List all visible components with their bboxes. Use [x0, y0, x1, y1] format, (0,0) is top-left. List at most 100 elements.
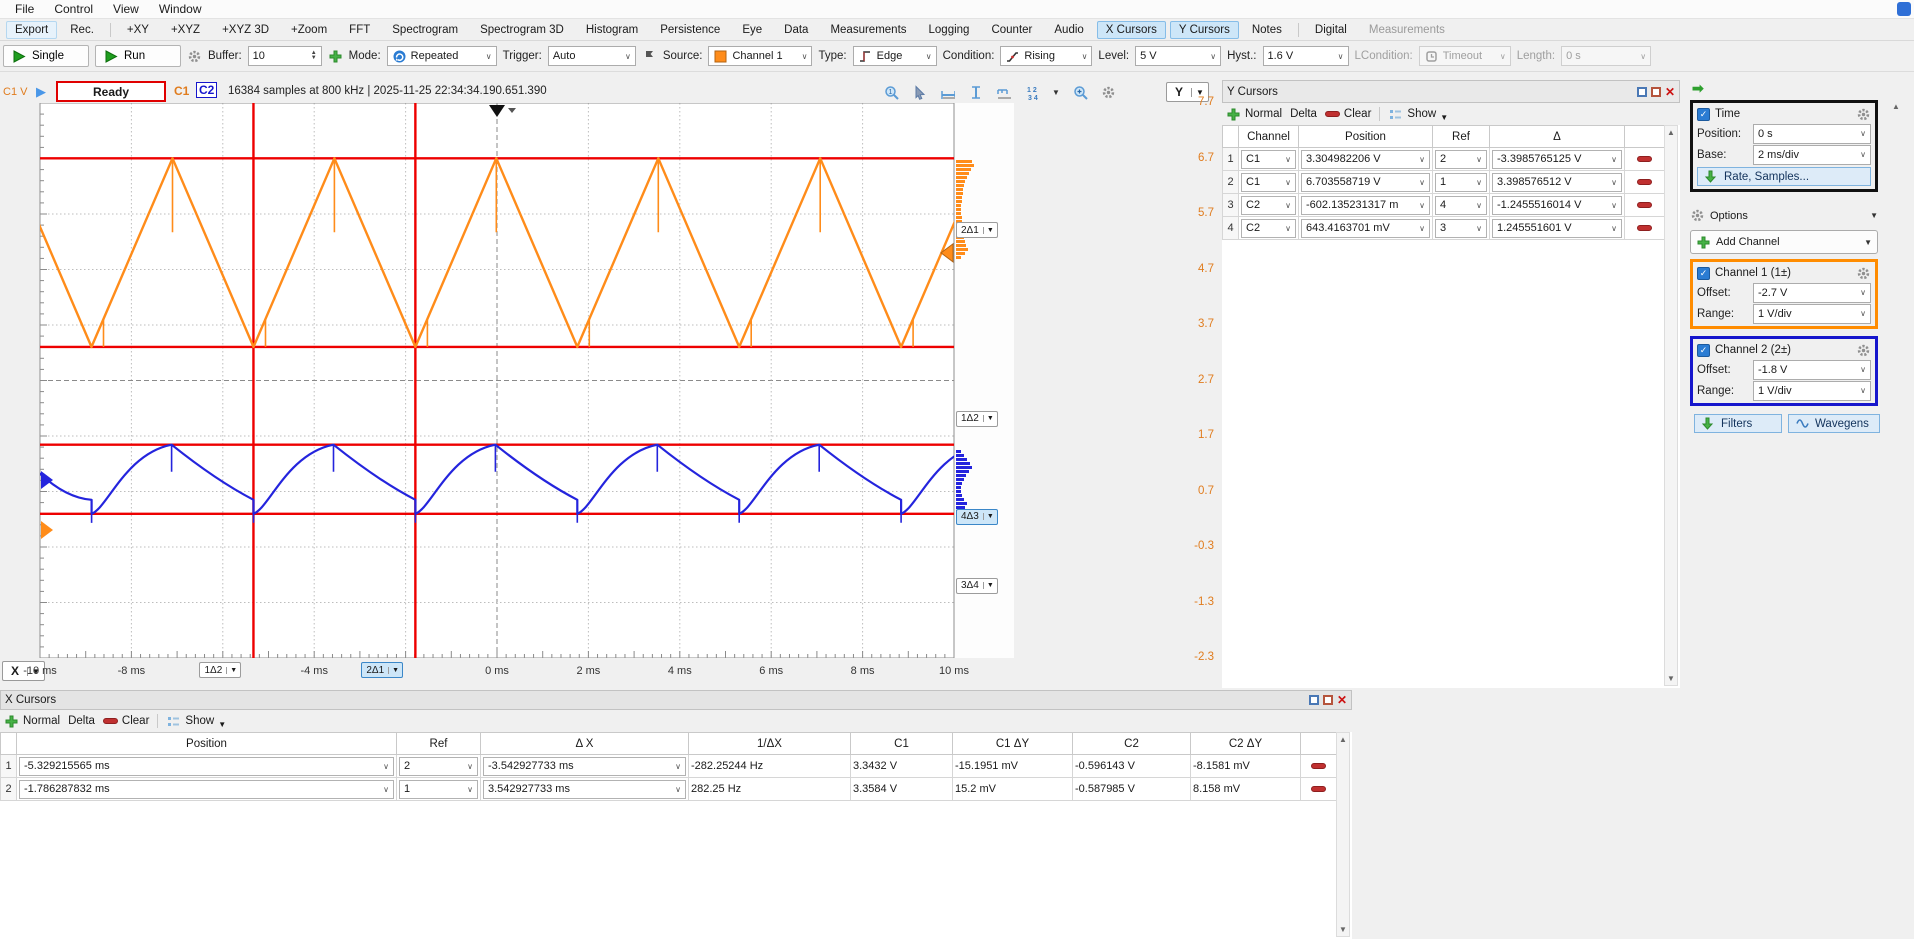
channels-1234-icon[interactable]: 1 23 4 [1024, 85, 1039, 100]
tab--xyz-3d[interactable]: +XYZ 3D [213, 21, 278, 39]
tab-measurements[interactable]: Measurements [821, 21, 915, 39]
source-select[interactable]: Channel 1 ∨ [708, 46, 812, 66]
tab-digital[interactable]: Digital [1306, 21, 1356, 39]
plot-settings-icon[interactable] [1101, 85, 1116, 100]
cursor-ref-select[interactable]: 1∨ [1435, 173, 1487, 192]
menu-file[interactable]: File [6, 0, 43, 18]
maximize-icon[interactable] [1651, 87, 1661, 97]
cursor-ref-select[interactable]: 1∨ [399, 780, 478, 799]
buffer-gear-icon[interactable] [187, 49, 202, 64]
undock-icon[interactable] [1637, 87, 1647, 97]
pointer-icon[interactable] [912, 85, 927, 100]
scroll-up-icon[interactable]: ▲ [1665, 128, 1677, 137]
tab-measurements[interactable]: Measurements [1360, 21, 1454, 39]
y-cursor-chip-2Δ1[interactable]: 2Δ1▼ [956, 222, 998, 238]
tab-spectrogram[interactable]: Spectrogram [383, 21, 467, 39]
cursor-channel-select[interactable]: C1∨ [1241, 173, 1296, 192]
y-cursor-chip-4Δ3[interactable]: 4Δ3▼ [956, 509, 998, 525]
scroll-down-icon[interactable]: ▼ [1665, 674, 1677, 683]
filters-button[interactable]: Filters [1694, 414, 1782, 433]
single-button[interactable]: Single [3, 45, 89, 67]
chevron-down-icon[interactable]: ▼ [1052, 88, 1060, 97]
undock-icon[interactable] [1309, 695, 1319, 705]
cursor-ref-select[interactable]: 3∨ [1435, 219, 1487, 238]
channel1-checkbox[interactable]: ✓ [1697, 267, 1710, 280]
channel1-range-select[interactable]: 1 V/div∨ [1753, 304, 1871, 324]
close-icon[interactable]: ✕ [1665, 85, 1675, 99]
channel2-offset-select[interactable]: -1.8 V∨ [1753, 360, 1871, 380]
cursor-position-select[interactable]: -1.786287832 ms∨ [19, 780, 394, 799]
cursor-ref-select[interactable]: 2∨ [1435, 150, 1487, 169]
tab-persistence[interactable]: Persistence [651, 21, 729, 39]
cursor-ref-select[interactable]: 2∨ [399, 757, 478, 776]
rate-samples-button[interactable]: Rate, Samples... [1697, 167, 1871, 186]
show-menu-button[interactable]: Show ▼ [1388, 107, 1448, 122]
delete-cursor-button[interactable] [1311, 786, 1326, 792]
clear-cursors-button[interactable]: Clear [103, 715, 149, 727]
cursor-position-select[interactable]: 6.703558719 V∨ [1301, 173, 1430, 192]
cursor-position-select[interactable]: 3.304982206 V∨ [1301, 150, 1430, 169]
y-table-scrollbar[interactable]: ▲ ▼ [1664, 125, 1678, 686]
tab-notes[interactable]: Notes [1243, 21, 1291, 39]
hyst-select[interactable]: 1.6 V ∨ [1263, 46, 1349, 66]
cursor-position-select[interactable]: -5.329215565 ms∨ [19, 757, 394, 776]
channel1-offset-select[interactable]: -2.7 V∨ [1753, 283, 1871, 303]
channel2-checkbox[interactable]: ✓ [1697, 344, 1710, 357]
delete-cursor-button[interactable] [1311, 763, 1326, 769]
x-cursor-chip-1Δ2[interactable]: 1Δ2▼ [199, 662, 241, 678]
type-select[interactable]: Edge ∨ [853, 46, 937, 66]
y-cursor-chip-1Δ2[interactable]: 1Δ2▼ [956, 411, 998, 427]
cursor-position-select[interactable]: 643.4163701 mV∨ [1301, 219, 1430, 238]
y-cursor-chip-3Δ4[interactable]: 3Δ4▼ [956, 578, 998, 594]
tab--zoom[interactable]: +Zoom [282, 21, 336, 39]
scroll-down-icon[interactable]: ▼ [1337, 925, 1349, 934]
delete-cursor-button[interactable] [1637, 202, 1652, 208]
tab-eye[interactable]: Eye [733, 21, 771, 39]
add-normal-cursor-button[interactable]: Normal [1226, 107, 1282, 122]
close-icon[interactable]: ✕ [1337, 693, 1347, 707]
cursor-dx-select[interactable]: -3.542927733 ms∨ [483, 757, 686, 776]
level-select[interactable]: 5 V ∨ [1135, 46, 1221, 66]
time-position-select[interactable]: 0 s∨ [1753, 124, 1871, 144]
buffer-input[interactable]: 10 ▲▼ [248, 46, 322, 66]
channel2-flag[interactable]: C2 [196, 82, 217, 98]
tab-logging[interactable]: Logging [920, 21, 979, 39]
add-normal-cursor-button[interactable]: Normal [4, 714, 60, 729]
mode-select[interactable]: Repeated ∨ [387, 46, 497, 66]
time-settings-icon[interactable] [1856, 107, 1871, 122]
cursor-delta-select[interactable]: -1.2455516014 V∨ [1492, 196, 1622, 215]
show-menu-button[interactable]: Show ▼ [166, 714, 226, 729]
spinner-arrows-icon[interactable]: ▲▼ [303, 51, 317, 61]
trigger-select[interactable]: Auto ∨ [548, 46, 636, 66]
cursor-delta-select[interactable]: -3.3985765125 V∨ [1492, 150, 1622, 169]
tab-rec-[interactable]: Rec. [61, 21, 103, 39]
zoom-fit-icon[interactable]: 1 [884, 85, 899, 100]
cursor-delta-select[interactable]: 1.245551601 V∨ [1492, 219, 1622, 238]
add-acquisition-icon[interactable] [328, 49, 343, 64]
tab--xyz[interactable]: +XYZ [162, 21, 209, 39]
channel2-range-select[interactable]: 1 V/div∨ [1753, 381, 1871, 401]
cursor-channel-select[interactable]: C1∨ [1241, 150, 1296, 169]
cursor-ref-select[interactable]: 4∨ [1435, 196, 1487, 215]
sidebar-scroll-up-icon[interactable]: ▲ [1890, 102, 1902, 111]
tab-data[interactable]: Data [775, 21, 817, 39]
x-cursors-titlebar[interactable]: X Cursors ✕ [0, 690, 1352, 710]
tab-counter[interactable]: Counter [982, 21, 1041, 39]
clear-cursors-button[interactable]: Clear [1325, 108, 1371, 120]
add-delta-cursor-button[interactable]: Delta [1290, 108, 1317, 120]
add-channel-button[interactable]: Add Channel ▼ [1690, 230, 1878, 254]
tab-y-cursors[interactable]: Y Cursors [1170, 21, 1239, 39]
channel1-flag[interactable]: C1 [174, 84, 189, 98]
measure-icon[interactable] [996, 85, 1011, 100]
options-row[interactable]: Options ▼ [1690, 208, 1878, 223]
delete-cursor-button[interactable] [1637, 225, 1652, 231]
tab-histogram[interactable]: Histogram [577, 21, 647, 39]
cursor-channel-select[interactable]: C2∨ [1241, 219, 1296, 238]
x-table-scrollbar[interactable]: ▲ ▼ [1336, 732, 1350, 937]
tab-audio[interactable]: Audio [1045, 21, 1092, 39]
delete-cursor-button[interactable] [1637, 179, 1652, 185]
vertical-measure-icon[interactable] [968, 85, 983, 100]
tab--xy[interactable]: +XY [118, 21, 158, 39]
add-delta-cursor-button[interactable]: Delta [68, 715, 95, 727]
delete-cursor-button[interactable] [1637, 156, 1652, 162]
